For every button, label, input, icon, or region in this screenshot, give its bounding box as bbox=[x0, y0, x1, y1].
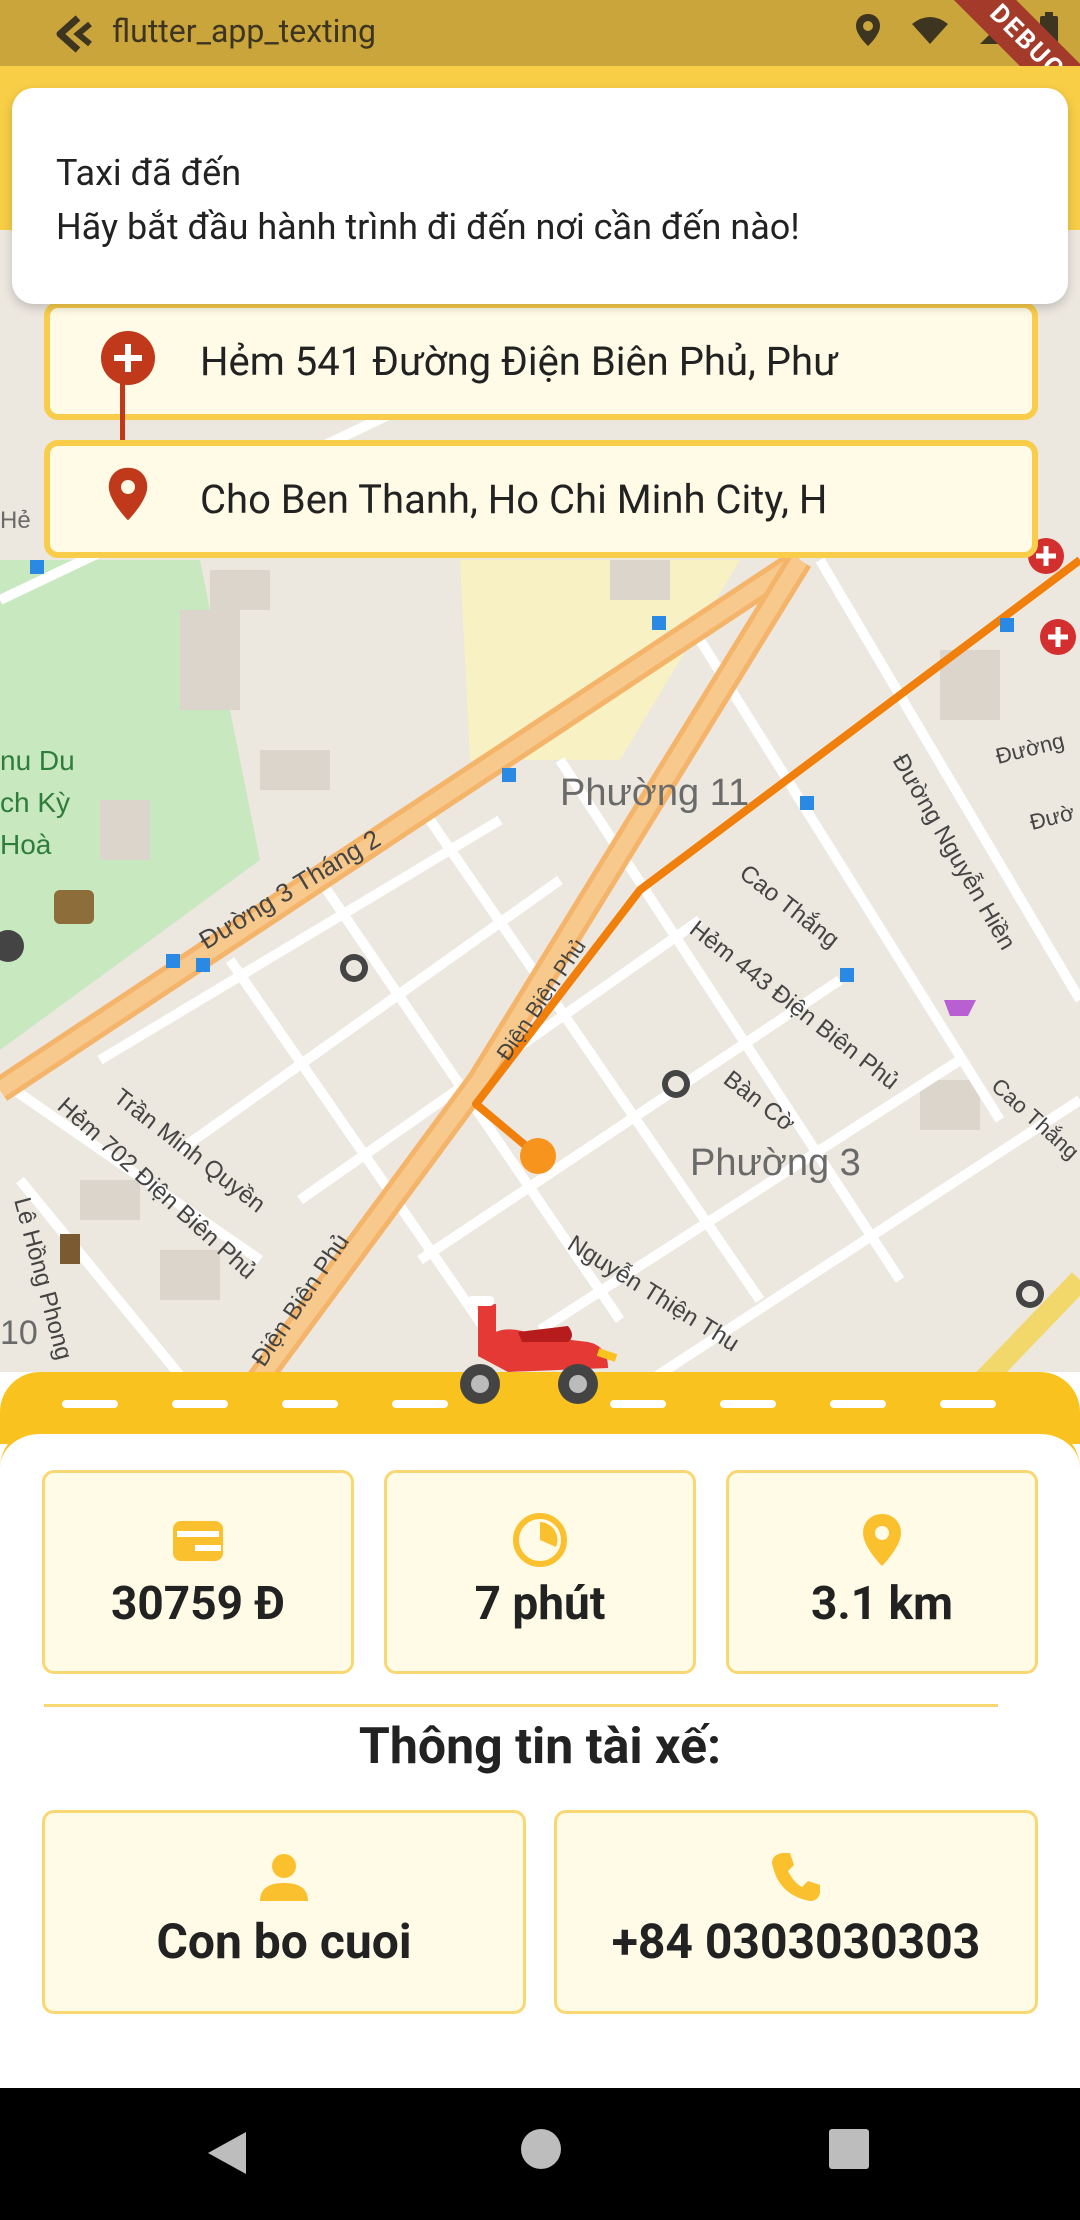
status-bar: flutter_app_texting DEBUG bbox=[0, 0, 1080, 139]
add-location-icon bbox=[101, 331, 155, 385]
nav-home-icon[interactable] bbox=[520, 2128, 562, 2170]
arrival-notification[interactable]: Taxi đã đến Hãy bắt đầu hành trình đi đế… bbox=[12, 88, 1068, 304]
system-nav-bar bbox=[0, 2088, 1080, 2220]
driver-name-card: Con bo cuoi bbox=[42, 1810, 526, 2014]
wifi-icon bbox=[912, 17, 948, 44]
map-label-dbp-diag: Điện Biên Phủ bbox=[491, 934, 590, 1065]
destination-address: Cho Ben Thanh, Ho Chi Minh City, H bbox=[200, 475, 828, 523]
map-label-duong-r2: Đườ bbox=[1027, 800, 1077, 835]
map-label-park2: ch Kỳ bbox=[0, 787, 70, 818]
driver-section-title: Thông tin tài xế: bbox=[358, 1718, 722, 1776]
map-label-left-code: Hẻ bbox=[0, 507, 31, 534]
wallet-icon bbox=[173, 1521, 223, 1561]
map-label-ward3: Phường 3 bbox=[690, 1142, 861, 1184]
location-icon bbox=[856, 14, 880, 46]
driver-name: Con bo cuoi bbox=[156, 1913, 412, 1970]
person-icon bbox=[260, 1854, 308, 1901]
clock-icon bbox=[513, 1513, 567, 1567]
destination-card[interactable]: Cho Ben Thanh, Ho Chi Minh City, H bbox=[44, 440, 1038, 558]
nav-recents-icon[interactable] bbox=[828, 2128, 870, 2170]
origin-card[interactable]: Hẻm 541 Đường Điện Biên Phủ, Phư bbox=[44, 302, 1038, 420]
origin-address: Hẻm 541 Đường Điện Biên Phủ, Phư bbox=[200, 337, 838, 385]
map-label-dien-bien-phu: Điện Biên Phủ bbox=[247, 1229, 355, 1371]
distance-card: 3.1 km bbox=[726, 1470, 1038, 1674]
app-title: flutter_app_texting bbox=[112, 12, 376, 50]
map-label-duong-r1: Đường bbox=[993, 728, 1066, 769]
current-position-marker bbox=[520, 1138, 556, 1174]
destination-pin-icon bbox=[108, 467, 148, 521]
driver-phone-card[interactable]: +84 0303030303 bbox=[554, 1810, 1038, 2014]
trip-distance: 3.1 km bbox=[811, 1577, 953, 1631]
back-arrow-icon[interactable] bbox=[52, 14, 96, 54]
trip-duration: 7 phút bbox=[474, 1577, 606, 1631]
notification-title: Taxi đã đến bbox=[56, 152, 242, 194]
duration-card: 7 phút bbox=[384, 1470, 696, 1674]
scooter-icon bbox=[460, 1296, 618, 1404]
trip-price: 30759 Đ bbox=[111, 1577, 285, 1631]
map-label-num10: 10 bbox=[0, 1314, 38, 1352]
notification-message: Hãy bắt đầu hành trình đi đến nơi cần đế… bbox=[56, 206, 800, 248]
phone-icon bbox=[772, 1853, 820, 1901]
driver-phone: +84 0303030303 bbox=[611, 1913, 981, 1970]
nav-back-icon[interactable] bbox=[204, 2128, 250, 2178]
map-label-ward11: Phường 11 bbox=[560, 772, 749, 814]
price-card: 30759 Đ bbox=[42, 1470, 354, 1674]
divider bbox=[44, 1704, 998, 1707]
map-label-cao-thang: Cao Thắng bbox=[734, 859, 844, 953]
map-label-park1: nu Du bbox=[0, 745, 75, 776]
location-pin-icon bbox=[863, 1514, 901, 1566]
map-label-park3: Hoà bbox=[0, 829, 52, 860]
